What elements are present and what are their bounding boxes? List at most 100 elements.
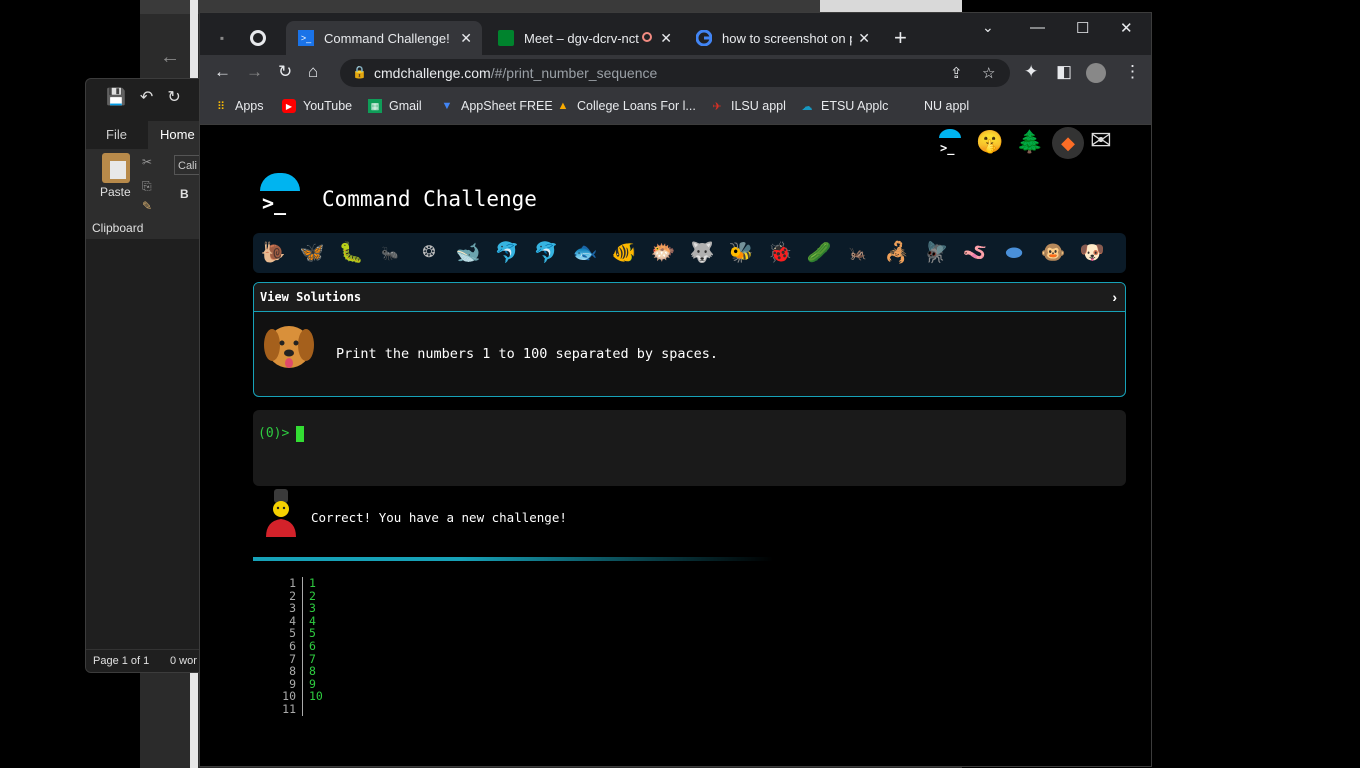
close-tab-icon[interactable]: ✕ (858, 30, 870, 47)
clipboard-group-label: Clipboard (92, 221, 144, 235)
output-line: 88 (270, 665, 323, 678)
url-text[interactable]: cmdchallenge.com/#/print_number_sequence (374, 65, 657, 81)
address-bar[interactable]: 🔒 cmdchallenge.com/#/print_number_sequen… (340, 59, 1010, 87)
tab-meet[interactable]: Meet – dgv-dcrv-nct ✕ (486, 21, 682, 55)
dolphin-icon[interactable]: 🐬 (493, 238, 521, 268)
bee-icon[interactable]: 🐝 (727, 238, 755, 268)
gitlab-icon[interactable]: ◆ (1052, 127, 1084, 159)
terminal-cursor[interactable] (296, 426, 304, 442)
home-icon[interactable]: ⌂ (308, 62, 318, 82)
worm-icon[interactable]: 🪱 (961, 238, 989, 268)
blowfish-icon[interactable]: 🐡 (649, 238, 677, 268)
chevron-right-icon[interactable]: › (1112, 289, 1117, 305)
output-line: 11 (270, 703, 323, 716)
shush-face-icon[interactable]: 🤫 (976, 129, 1003, 155)
svg-text:>_: >_ (940, 141, 955, 155)
lock-icon[interactable]: 🔒 (352, 65, 367, 79)
tab-title: Command Challenge! (324, 30, 450, 46)
feedback-message: Correct! You have a new challenge! (311, 510, 567, 525)
command-terminal[interactable]: (0)> (253, 410, 1126, 486)
scorpion-icon[interactable]: 🦂 (883, 238, 911, 268)
dog-icon[interactable]: 🐶 (1078, 238, 1106, 268)
ilsu-icon: ✈ (712, 100, 722, 113)
cut-icon[interactable]: ✂ (142, 155, 152, 169)
pinned-tab-icon: ▪ (219, 31, 225, 45)
copy-icon[interactable]: ⎘ (142, 179, 152, 194)
whale-icon[interactable]: 🐋 (454, 238, 482, 268)
view-solutions-label[interactable]: View Solutions (260, 290, 361, 304)
menu-icon[interactable]: ⋮ (1124, 62, 1141, 82)
challenge-progress-animals: 🐌 🦋 🐛 🐜 ❂ 🐋 🐬 🐬 🐟 🐠 🐡 🐺 🐝 🐞 🥒 🦗 🦂 🪰 🪱 ⬬ … (253, 233, 1126, 273)
amoeba-icon[interactable]: ⬬ (1000, 238, 1028, 268)
paste-button-label[interactable]: Paste (100, 185, 131, 199)
bug-icon[interactable]: 🦗 (844, 238, 872, 268)
bold-button[interactable]: B (180, 187, 189, 201)
bookmark-ilsu[interactable]: ✈ ILSU appl (710, 99, 786, 113)
side-panel-icon[interactable]: ◧ (1056, 62, 1072, 82)
butterfly-icon[interactable]: 🦋 (298, 238, 326, 268)
bookmark-college-loans[interactable]: ▲ College Loans For l... (556, 99, 696, 113)
share-icon[interactable]: ⇪ (950, 64, 963, 82)
bookmark-youtube[interactable]: ▶ YouTube (282, 99, 352, 113)
back-icon[interactable]: ← (214, 62, 231, 82)
word-ribbon-tabs: File Home (86, 121, 216, 149)
caterpillar-icon[interactable]: 🐛 (337, 238, 365, 268)
view-solutions-bar[interactable]: View Solutions › (254, 283, 1125, 312)
profile-avatar[interactable] (1086, 63, 1106, 83)
dolphin2-icon[interactable]: 🐬 (532, 238, 560, 268)
bookmark-gmail[interactable]: ▦ Gmail (368, 99, 422, 113)
appsheet-icon: ▼ (441, 100, 453, 112)
bookmark-star-icon[interactable]: ☆ (982, 64, 995, 82)
tab-search-icon[interactable]: ⌄ (982, 19, 994, 36)
save-icon[interactable]: 💾 (106, 87, 126, 107)
cucumber-icon[interactable]: 🥒 (805, 238, 833, 268)
tab-file[interactable]: File (106, 121, 127, 149)
close-tab-icon[interactable]: ✕ (660, 30, 672, 47)
forward-icon[interactable]: → (246, 62, 263, 82)
apps-grid-icon: ⠿ (216, 100, 226, 113)
tab-github[interactable] (250, 21, 280, 55)
tropical-fish-icon[interactable]: 🐠 (610, 238, 638, 268)
bookmark-nu[interactable]: NU appl (924, 99, 969, 113)
new-tab-button[interactable]: + (894, 21, 914, 55)
tab-title: Meet – dgv-dcrv-nct (524, 30, 639, 46)
progress-divider (253, 557, 773, 561)
spider-web-icon[interactable]: ❂ (415, 238, 443, 268)
ant-icon[interactable]: 🐜 (376, 238, 404, 268)
terminal-prompt: (0)> (258, 426, 290, 441)
extensions-icon[interactable]: ✦ (1024, 62, 1038, 82)
word-count: 0 wor (170, 655, 197, 667)
minimize-icon[interactable]: — (1030, 19, 1045, 36)
word-ribbon: Paste ✂ ⎘ ✎ Cali B Clipboard (86, 149, 216, 239)
page-title: Command Challenge (322, 187, 537, 211)
google-meet-icon (498, 30, 514, 46)
close-window-icon[interactable]: ✕ (1120, 19, 1133, 37)
maximize-icon[interactable]: ☐ (1076, 19, 1089, 37)
undo-icon[interactable]: ↶ (140, 87, 153, 107)
tab-pinned-1[interactable]: ▪ (214, 21, 244, 55)
fish-icon[interactable]: 🐟 (571, 238, 599, 268)
bookmark-etsu[interactable]: ☁ ETSU Applc (800, 99, 889, 113)
format-painter-icon[interactable]: ✎ (142, 199, 152, 213)
reload-icon[interactable]: ↻ (278, 62, 292, 82)
tab-google-search[interactable]: how to screenshot on pc ✕ (684, 21, 880, 55)
tree-icon[interactable]: 🌲 (1016, 129, 1043, 155)
bookmark-apps[interactable]: ⠿ Apps (214, 99, 264, 113)
back-arrow-icon[interactable]: ← (160, 46, 180, 69)
bookmark-appsheet[interactable]: ▼ AppSheet FREE (440, 99, 553, 113)
mail-icon[interactable]: ✉ (1090, 125, 1112, 156)
paste-icon[interactable] (102, 153, 130, 183)
ladybug-icon[interactable]: 🐞 (766, 238, 794, 268)
monkey-icon[interactable]: 🐵 (1039, 238, 1067, 268)
close-tab-icon[interactable]: ✕ (460, 30, 472, 47)
recording-icon (642, 32, 652, 42)
tab-command-challenge[interactable]: >_ Command Challenge! ✕ (286, 21, 482, 55)
quick-access-toolbar: 💾 ↶ ↻ (106, 87, 181, 107)
command-challenge-logo: >_ (260, 173, 302, 215)
wolf-icon[interactable]: 🐺 (688, 238, 716, 268)
redo-icon[interactable]: ↻ (167, 87, 180, 107)
snail-icon[interactable]: 🐌 (259, 238, 287, 268)
word-status-bar: Page 1 of 1 0 wor (86, 649, 216, 672)
terminal-icon[interactable]: >_ (937, 129, 963, 161)
fly-icon[interactable]: 🪰 (922, 238, 950, 268)
